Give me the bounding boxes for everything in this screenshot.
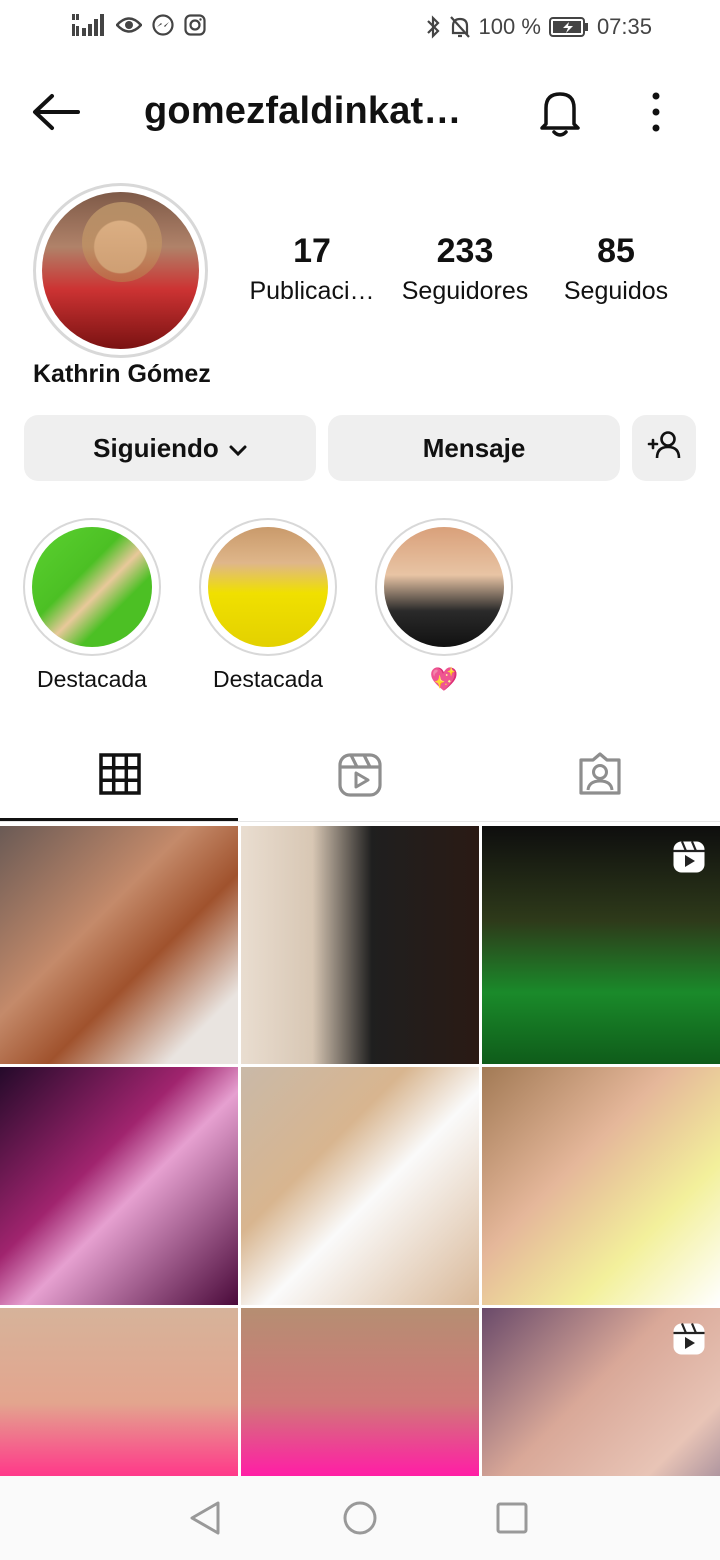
suggest-users-button[interactable] (632, 415, 696, 481)
post-thumbnail[interactable] (482, 1308, 720, 1476)
tab-reels[interactable] (240, 740, 480, 820)
reels-icon (337, 752, 383, 803)
post-thumbnail[interactable] (482, 826, 720, 1064)
highlight-cover (384, 527, 504, 647)
add-person-icon (647, 430, 681, 467)
profile-tabs (0, 740, 720, 822)
clock: 07:35 (596, 14, 652, 39)
story-highlight[interactable]: 💖 (375, 518, 513, 693)
tagged-icon (577, 752, 623, 801)
message-label: Mensaje (422, 432, 526, 463)
highlight-ring (199, 518, 337, 656)
status-right-icons: 100 % 07:35 (425, 14, 652, 40)
post-thumbnail[interactable] (241, 1308, 479, 1476)
tab-divider (0, 821, 720, 822)
nav-back-icon[interactable] (186, 1498, 226, 1538)
grid-icon (98, 752, 142, 801)
highlight-label: Destacada (213, 666, 323, 692)
story-highlight[interactable]: Destacada (23, 518, 161, 693)
stat-posts[interactable]: 17 Publicaci… (244, 232, 380, 306)
reel-badge-icon (672, 840, 706, 874)
tab-tagged[interactable] (480, 740, 720, 820)
stat-following-label: Seguidos (563, 277, 669, 305)
highlight-label: 💖 (429, 666, 459, 692)
post-thumbnail[interactable] (0, 1067, 238, 1305)
mute-icon (449, 15, 471, 39)
post-thumbnail[interactable] (482, 1067, 720, 1305)
tab-posts-grid[interactable] (0, 740, 240, 820)
highlight-label: Destacada (37, 666, 147, 692)
arrow-left-icon[interactable] (30, 90, 82, 134)
nav-home-icon[interactable] (340, 1498, 380, 1538)
post-thumbnail[interactable] (0, 1308, 238, 1476)
stat-posts-label: Publicaci… (249, 277, 375, 305)
status-bar: 100 % 07:35 (0, 0, 720, 56)
instagram-icon (184, 14, 206, 36)
highlight-ring (375, 518, 513, 656)
messenger-icon (152, 14, 174, 36)
eye-icon (116, 14, 142, 36)
status-left-icons (72, 14, 206, 36)
nav-recent-icon[interactable] (492, 1498, 532, 1538)
message-button[interactable]: Mensaje (328, 415, 620, 481)
stat-following-count: 85 (597, 232, 635, 270)
post-thumbnail[interactable] (241, 1067, 479, 1305)
stat-followers-label: Seguidores (401, 277, 529, 305)
stat-followers-count: 233 (436, 232, 494, 270)
bluetooth-icon (425, 15, 441, 39)
post-thumbnail[interactable] (0, 826, 238, 1064)
following-button[interactable]: Siguiendo (24, 415, 316, 481)
highlight-cover (208, 527, 328, 647)
highlight-ring (23, 518, 161, 656)
stat-followers[interactable]: 233 Seguidores (392, 232, 538, 306)
post-thumbnail[interactable] (241, 826, 479, 1064)
stat-posts-count: 17 (293, 232, 331, 270)
following-label: Siguiendo (93, 432, 219, 463)
reel-badge-icon (672, 1322, 706, 1356)
chevron-down-icon (229, 433, 247, 464)
battery-icon (548, 16, 589, 38)
battery-percent: 100 % (478, 14, 541, 39)
profile-header: gomezfaldinkath… (0, 72, 720, 152)
profile-stats: 17 Publicaci… 233 Seguidores 85 Seguidos (234, 232, 694, 322)
story-highlight[interactable]: Destacada (199, 518, 337, 693)
stat-following[interactable]: 85 Seguidos (552, 232, 680, 306)
system-navigation-bar (0, 1476, 720, 1560)
profile-avatar[interactable] (42, 192, 199, 349)
signal-icon (72, 14, 106, 36)
highlight-cover (32, 527, 152, 647)
profile-username: gomezfaldinkath… (144, 90, 484, 132)
posts-grid (0, 826, 720, 1476)
display-name: Kathrin Gómez (33, 360, 211, 388)
more-vertical-icon[interactable] (640, 90, 672, 134)
bell-icon[interactable] (536, 84, 584, 140)
